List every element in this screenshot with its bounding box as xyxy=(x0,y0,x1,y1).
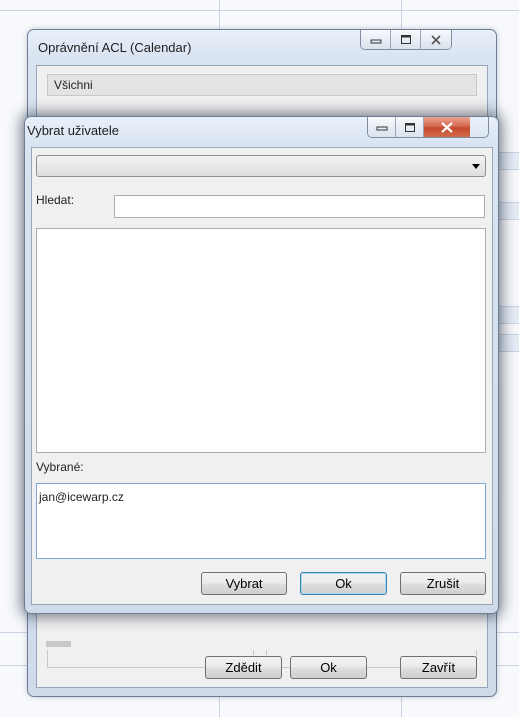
minimize-button[interactable] xyxy=(368,117,396,137)
list-scroll-hint xyxy=(46,641,71,647)
selected-user-email: jan@icewarp.cz xyxy=(39,490,124,504)
search-input[interactable] xyxy=(114,195,485,218)
minimize-icon xyxy=(370,39,381,43)
ok-button[interactable]: Ok xyxy=(300,572,387,595)
close-dialog-button[interactable]: Zavřít xyxy=(400,656,477,679)
close-icon xyxy=(431,34,441,45)
select-user-body: Hledat: Vybrané: jan@icewarp.cz Vybrat O… xyxy=(31,147,493,605)
window-caption-buttons xyxy=(360,30,452,50)
ok-button[interactable]: Ok xyxy=(290,656,367,679)
chevron-down-icon xyxy=(472,164,480,169)
acl-list-item-everyone[interactable]: Všichni xyxy=(47,74,477,96)
window-title: Vybrat uživatele xyxy=(27,123,120,138)
select-user-window: Vybrat uživatele Hledat: Vybrané: jan@ic… xyxy=(24,116,499,614)
close-button[interactable] xyxy=(421,30,451,49)
minimize-button[interactable] xyxy=(361,30,391,49)
window-caption-buttons xyxy=(367,117,489,138)
maximize-button[interactable] xyxy=(396,117,424,137)
select-button[interactable]: Vybrat xyxy=(201,572,287,595)
search-label: Hledat: xyxy=(36,193,75,207)
maximize-button[interactable] xyxy=(391,30,421,49)
selected-label: Vybrané: xyxy=(36,460,84,474)
maximize-icon xyxy=(404,122,415,132)
close-button[interactable] xyxy=(424,117,470,137)
selected-users-field[interactable]: jan@icewarp.cz xyxy=(36,483,486,559)
cancel-button[interactable]: Zrušit xyxy=(400,572,486,595)
close-icon xyxy=(441,121,453,133)
users-list[interactable] xyxy=(36,228,486,453)
background-grid-line xyxy=(0,10,519,11)
user-source-dropdown[interactable] xyxy=(36,155,486,177)
window-title: Oprávnění ACL (Calendar) xyxy=(38,40,192,55)
inherit-button[interactable]: Zdědit xyxy=(205,656,282,679)
minimize-icon xyxy=(376,126,387,131)
maximize-icon xyxy=(400,35,411,44)
